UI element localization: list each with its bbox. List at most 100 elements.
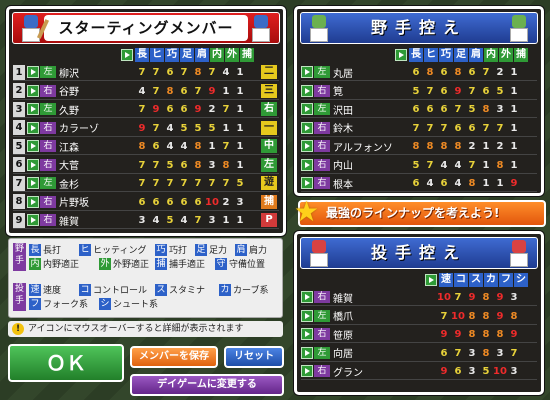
- player-row[interactable]: 右根本 6 4 6 4 8 1 1 9: [301, 175, 537, 192]
- stat-value: 7: [194, 215, 202, 226]
- stat-value: 1: [236, 85, 244, 97]
- handedness-badge: 右: [314, 140, 330, 152]
- stat-value: 6: [138, 196, 146, 208]
- player-row[interactable]: 右内山 5 7 4 4 7 1 8 1: [301, 157, 537, 174]
- player-row[interactable]: 3 左久野 7 9 6 6 9 2 7 1 右: [13, 101, 279, 118]
- handedness-badge: 右: [40, 195, 56, 208]
- stat-value: 6: [454, 366, 462, 377]
- player-row[interactable]: 右筧57697651: [301, 83, 537, 100]
- swap-arrow-icon[interactable]: [301, 103, 313, 115]
- swap-arrow-icon[interactable]: [27, 177, 39, 189]
- swap-arrow-icon[interactable]: [301, 365, 313, 377]
- stat-value: 7: [440, 122, 448, 134]
- stat-value: 6: [440, 178, 448, 189]
- stat-value: 1: [208, 141, 216, 152]
- player-row[interactable]: 右アルフォンソ 8 8 8 8 2 1 2 1: [301, 138, 537, 155]
- stat-value: 1: [510, 67, 518, 78]
- legend-text: コントロール: [93, 286, 148, 296]
- arrow-icon: [395, 49, 407, 61]
- player-row[interactable]: 左沢田 6 6 6 7 5 8 3 1: [301, 101, 537, 118]
- handedness-badge: 右: [40, 214, 56, 226]
- player-row[interactable]: 右雑賀 10 7 9 8 9 3: [301, 289, 537, 306]
- swap-arrow-icon[interactable]: [301, 84, 313, 97]
- player-name: カラーゾ: [59, 124, 99, 135]
- legend-item: フフォーク系: [29, 297, 88, 310]
- bench-avatar-right: [507, 15, 531, 43]
- swap-arrow-icon[interactable]: [301, 291, 313, 303]
- ok-button[interactable]: ＯＫ: [8, 344, 124, 382]
- player-stats: 34547311: [135, 212, 247, 229]
- player-row[interactable]: 左橋爪 7 10 8 8 9 8: [301, 308, 537, 325]
- swap-arrow-icon[interactable]: [301, 309, 313, 322]
- swap-arrow-icon[interactable]: [27, 158, 39, 171]
- legend-key: 足: [195, 243, 207, 256]
- day-game-button[interactable]: デイゲームに変更する: [130, 374, 284, 396]
- position-badge: 三: [261, 83, 277, 98]
- swap-arrow-icon[interactable]: [27, 121, 39, 134]
- swap-arrow-icon[interactable]: [27, 84, 39, 97]
- stat-value: 5: [412, 85, 420, 97]
- legend-text: 捕手適正: [169, 260, 206, 270]
- stat-value: 1: [236, 159, 244, 171]
- swap-arrow-icon[interactable]: [301, 177, 313, 189]
- stat-value: 9: [208, 85, 216, 97]
- player-row[interactable]: 6 右大菅 7 7 5 6 8 3 8 1 左: [13, 157, 279, 174]
- player-row[interactable]: 右笹原 9 9 8 8 8 9: [301, 326, 537, 343]
- stat-value: 8: [412, 141, 420, 152]
- swap-arrow-icon[interactable]: [301, 346, 313, 359]
- swap-arrow-icon[interactable]: [301, 121, 313, 134]
- player-row[interactable]: 7 左金杉 7 7 7 7 7 7 7 5 遊: [13, 175, 279, 192]
- stat-value: 8: [166, 85, 174, 97]
- player-row[interactable]: 5 右江森 8 6 4 4 8 1 7 1 中: [13, 138, 279, 155]
- stat-value: 2: [496, 67, 504, 78]
- batting-order-number: 8: [13, 194, 25, 209]
- category-3: ス: [469, 273, 483, 287]
- stat-value: 6: [440, 347, 448, 359]
- stat-value: 9: [496, 292, 504, 303]
- swap-arrow-icon[interactable]: [27, 195, 39, 208]
- player-row[interactable]: 右鈴木 7 7 7 6 6 7 7 1: [301, 120, 537, 137]
- player-row[interactable]: 左丸居 6 8 6 8 6 7 2 1: [301, 64, 537, 81]
- stat-value: 7: [482, 67, 490, 78]
- swap-arrow-icon[interactable]: [27, 103, 39, 115]
- swap-arrow-icon[interactable]: [27, 214, 39, 226]
- player-row[interactable]: 8 右片野坂 6 6 6 6 6 10 2 3 捕: [13, 194, 279, 211]
- position-badge: 左: [261, 157, 277, 172]
- player-row[interactable]: 9 右雑賀 3 4 5 4 7 3 1 1 P: [13, 212, 279, 229]
- stat-value: 1: [482, 159, 490, 171]
- swap-arrow-icon[interactable]: [301, 140, 313, 152]
- swap-arrow-icon[interactable]: [27, 140, 39, 152]
- stat-value: 7: [454, 347, 462, 359]
- player-row[interactable]: 右グラン 9 6 3 5 10 3: [301, 363, 537, 380]
- stat-value: 4: [166, 122, 174, 134]
- player-name: 向居: [333, 349, 353, 360]
- player-row[interactable]: 左向居 6 7 3 8 3 7: [301, 345, 537, 362]
- stat-value: 1: [236, 104, 244, 115]
- player-name: 大菅: [59, 161, 79, 172]
- save-members-button[interactable]: メンバーを保存: [130, 346, 218, 368]
- stat-value: 9: [510, 329, 518, 340]
- player-stats: 998889: [437, 326, 521, 343]
- player-row[interactable]: 4 右カラーゾ 9 7 4 5 5 5 1 1 一: [13, 120, 279, 137]
- player-stats: 77777775: [135, 175, 247, 192]
- player-stats: 7 10 8 8 9 8: [437, 308, 521, 325]
- legend-key: 肩: [235, 243, 247, 256]
- bench-avatar-left: [307, 15, 331, 43]
- swap-arrow-icon[interactable]: [27, 66, 39, 78]
- swap-arrow-icon[interactable]: [301, 328, 313, 340]
- bench-fielders-panel: 野手控え 長ヒ巧足肩内外捕 左丸居 6 8 6 8 6 7 2 1 右筧 5 7 6 9 7 6 5 1 左沢田 6 6…: [294, 6, 544, 196]
- stat-value: 1: [510, 141, 518, 152]
- handedness-badge: 左: [314, 346, 330, 359]
- player-row[interactable]: 2 右谷野 4 7 8 6 7 9 1 1 三: [13, 83, 279, 100]
- stat-value: 6: [468, 67, 476, 78]
- reset-button[interactable]: リセット: [224, 346, 284, 368]
- swap-arrow-icon[interactable]: [301, 158, 313, 171]
- handedness-badge: 右: [314, 365, 330, 377]
- stat-value: 5: [194, 122, 202, 134]
- player-name: 鈴木: [333, 124, 353, 135]
- legend-item: ココントロール: [79, 283, 147, 296]
- player-row[interactable]: 1 左柳沢 7 7 6 7 8 7 4 1 二: [13, 64, 279, 81]
- legend-key: 守: [215, 257, 227, 270]
- swap-arrow-icon[interactable]: [301, 66, 313, 78]
- legend-item: カカーブ系: [219, 283, 268, 296]
